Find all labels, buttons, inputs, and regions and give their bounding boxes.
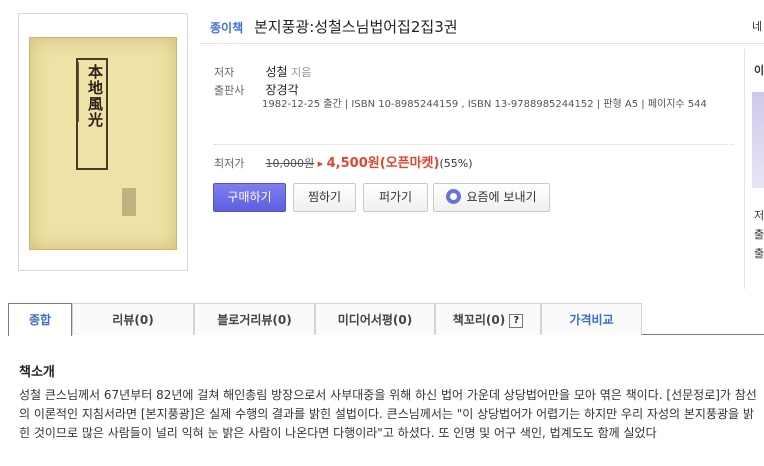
side-line: 출 <box>754 228 764 241</box>
price-divider <box>214 144 734 145</box>
cover-title-text: 本地風光 <box>86 64 104 128</box>
book-type-badge: 종이책 <box>210 21 244 35</box>
tab-book-tail-label: 책꼬리(0) <box>452 313 506 327</box>
share-button[interactable]: 퍼가기 <box>363 183 428 212</box>
price-label: 최저가 <box>214 157 245 170</box>
book-cover-image[interactable]: 本地風光 <box>29 37 177 250</box>
publisher-row: 출판사 장경각 <box>214 81 299 98</box>
side-line: 저 <box>754 209 764 222</box>
help-icon[interactable]: ? <box>509 314 524 328</box>
side-line: 출 <box>754 247 764 260</box>
send-button-label: 요즘에 보내기 <box>466 190 537 204</box>
tab-reviews[interactable]: 리뷰(0) <box>72 303 194 335</box>
sale-price-link[interactable]: 4,500원(오픈마켓) <box>327 156 440 171</box>
price-row: 최저가 10,000원 ▸ 4,500원(오픈마켓)(55%) <box>214 152 714 171</box>
side-panel-title: 이 <box>754 64 764 77</box>
send-button[interactable]: 요즘에 보내기 <box>433 183 550 212</box>
tab-blogger-reviews[interactable]: 블로거리뷰(0) <box>194 303 315 335</box>
publisher-label: 출판사 <box>214 84 245 97</box>
publication-details: 1982-12-25 출간 | ISBN 10-8985244159 , ISB… <box>262 99 707 110</box>
author-label: 저자 <box>214 66 235 79</box>
cover-stamp <box>122 188 136 216</box>
list-price: 10,000원 <box>265 157 315 170</box>
send-app-icon <box>446 189 462 204</box>
book-cover-frame: 本地風光 <box>18 13 188 271</box>
author-role: 지음 <box>291 66 312 79</box>
book-title: 본지풍광:성철스님법어집2집3권 <box>254 18 458 36</box>
tab-price-compare[interactable]: 가격비교 <box>541 303 642 335</box>
book-description: 성철 큰스님께서 67년부터 82년에 걸쳐 해인총림 방장으로서 사부대중을 … <box>19 388 757 440</box>
wishlist-button[interactable]: 찜하기 <box>293 183 356 212</box>
author-link[interactable]: 성철 <box>266 65 288 79</box>
price-bullet: ▸ <box>317 157 324 170</box>
title-row: 종이책 본지풍광:성철스님법어집2집3권 <box>200 14 764 44</box>
buy-button[interactable]: 구매하기 <box>213 183 286 212</box>
detail-tabs: 종합 리뷰(0) 블로거리뷰(0) 미디어서평(0) 책꼬리(0)? 가격비교 <box>8 303 764 336</box>
tab-media-reviews[interactable]: 미디어서평(0) <box>315 303 435 335</box>
discount-rate: (55%) <box>439 157 473 170</box>
right-panel-label: 네 <box>752 20 763 33</box>
tab-overview[interactable]: 종합 <box>8 303 72 336</box>
side-panel-image[interactable] <box>752 92 764 188</box>
author-row: 저자 성철 지음 <box>214 63 311 80</box>
tab-book-tail[interactable]: 책꼬리(0)? <box>435 303 541 335</box>
publisher-link[interactable]: 장경각 <box>266 83 299 97</box>
section-title: 책소개 <box>19 365 55 380</box>
